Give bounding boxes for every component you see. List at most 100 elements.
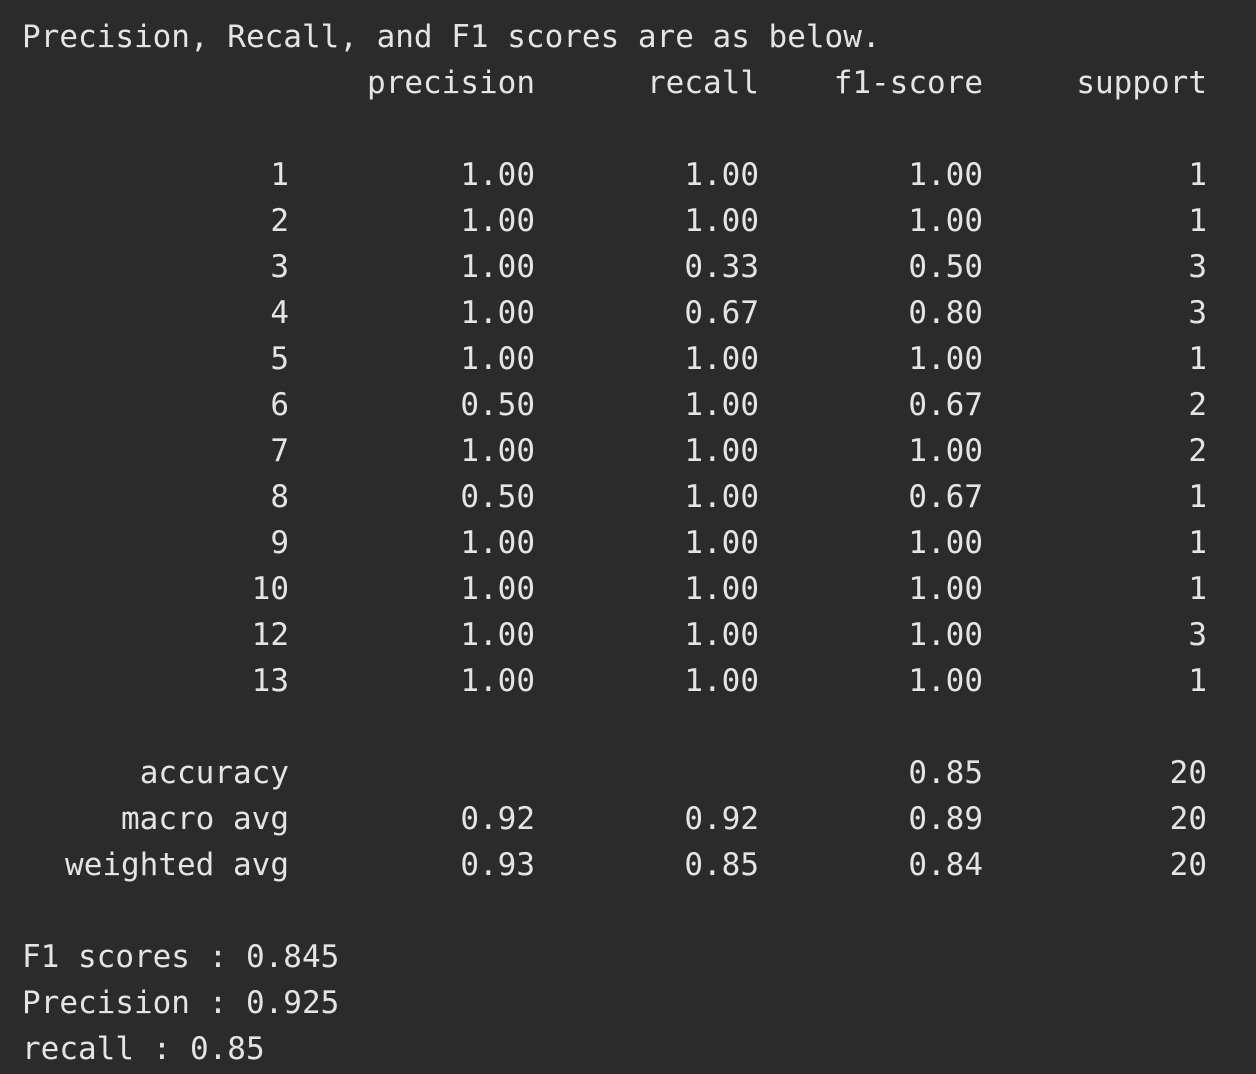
- table-row: 8 0.50 1.00 0.67 1: [22, 474, 1222, 520]
- recall-value: 0.67: [684, 295, 759, 331]
- f1-score-value: 1.00: [908, 663, 983, 699]
- intro-line: Precision, Recall, and F1 scores are as …: [22, 19, 881, 55]
- summary-row: weighted avg 0.93 0.85 0.84 20: [22, 842, 1222, 888]
- table-row: 6 0.50 1.00 0.67 2: [22, 382, 1222, 428]
- recall-value: 1.00: [684, 157, 759, 193]
- support-value: 1: [1188, 571, 1207, 607]
- row-label: 9: [270, 525, 289, 561]
- support-value: 1: [1188, 341, 1207, 377]
- precision-value: 0.92: [460, 801, 535, 837]
- precision-value: 1.00: [460, 663, 535, 699]
- precision-value: 1.00: [460, 157, 535, 193]
- precision-value: 1.00: [460, 571, 535, 607]
- precision-line: Precision : 0.925: [22, 985, 340, 1021]
- support-value: 20: [1169, 755, 1207, 791]
- row-label: 2: [270, 203, 289, 239]
- recall-value: 0.33: [684, 249, 759, 285]
- table-row: 13 1.00 1.00 1.00 1: [22, 658, 1222, 704]
- support-value: 3: [1188, 295, 1207, 331]
- precision-value: 1.00: [460, 525, 535, 561]
- row-label: 1: [270, 157, 289, 193]
- precision-value: 1.00: [460, 249, 535, 285]
- summary-row: accuracy 0.85 20: [22, 750, 1222, 796]
- table-row: 2 1.00 1.00 1.00 1: [22, 198, 1222, 244]
- f1-score-value: 0.67: [908, 387, 983, 423]
- row-label: macro avg: [121, 801, 289, 837]
- f1-score-value: 0.67: [908, 479, 983, 515]
- recall-value: 1.00: [684, 433, 759, 469]
- support-value: 20: [1169, 801, 1207, 837]
- recall-value: 1.00: [684, 525, 759, 561]
- f1-score-value: 1.00: [908, 157, 983, 193]
- f1-score-value: 0.85: [908, 755, 983, 791]
- precision-value: 0.50: [460, 387, 535, 423]
- table-row: 4 1.00 0.67 0.80 3: [22, 290, 1222, 336]
- header-recall: recall: [647, 65, 759, 101]
- terminal-output: Precision, Recall, and F1 scores are as …: [22, 14, 1222, 1072]
- row-label: 12: [251, 617, 289, 653]
- table-row: 9 1.00 1.00 1.00 1: [22, 520, 1222, 566]
- support-value: 3: [1188, 249, 1207, 285]
- support-value: 1: [1188, 157, 1207, 193]
- class-rows: 1 1.00 1.00 1.00 1 2 1.00 1.00 1.00 1 3 1.00 0.33 0.5…: [22, 152, 1222, 704]
- row-label: 13: [251, 663, 289, 699]
- precision-value: 0.50: [460, 479, 535, 515]
- support-value: 3: [1188, 617, 1207, 653]
- f1-scores-line: F1 scores : 0.845: [22, 939, 340, 975]
- table-row: 10 1.00 1.00 1.00 1: [22, 566, 1222, 612]
- precision-value: 0.93: [460, 847, 535, 883]
- support-value: 1: [1188, 663, 1207, 699]
- f1-score-value: 1.00: [908, 571, 983, 607]
- f1-score-value: 1.00: [908, 525, 983, 561]
- recall-value: 1.00: [684, 479, 759, 515]
- f1-score-value: 0.50: [908, 249, 983, 285]
- support-value: 2: [1188, 433, 1207, 469]
- recall-value: 1.00: [684, 571, 759, 607]
- header-support: support: [1076, 65, 1207, 101]
- support-value: 20: [1169, 847, 1207, 883]
- support-value: 1: [1188, 525, 1207, 561]
- summary-rows: accuracy 0.85 20 macro avg 0.92 0.92 0.89 20 wei…: [22, 750, 1222, 888]
- row-label: 7: [270, 433, 289, 469]
- f1-score-value: 1.00: [908, 203, 983, 239]
- recall-value: 0.85: [684, 847, 759, 883]
- row-label: accuracy: [139, 755, 289, 791]
- precision-value: 1.00: [460, 617, 535, 653]
- f1-score-value: 1.00: [908, 617, 983, 653]
- recall-line: recall : 0.85: [22, 1031, 265, 1067]
- f1-score-value: 0.80: [908, 295, 983, 331]
- row-label: 3: [270, 249, 289, 285]
- row-label: 8: [270, 479, 289, 515]
- recall-value: 1.00: [684, 387, 759, 423]
- row-label: 5: [270, 341, 289, 377]
- row-label: 4: [270, 295, 289, 331]
- recall-value: 1.00: [684, 341, 759, 377]
- table-row: 3 1.00 0.33 0.50 3: [22, 244, 1222, 290]
- summary-row: macro avg 0.92 0.92 0.89 20: [22, 796, 1222, 842]
- f1-score-value: 0.84: [908, 847, 983, 883]
- f1-score-value: 1.00: [908, 341, 983, 377]
- table-row: 5 1.00 1.00 1.00 1: [22, 336, 1222, 382]
- f1-score-value: 0.89: [908, 801, 983, 837]
- precision-value: 1.00: [460, 433, 535, 469]
- header-precision: precision: [367, 65, 535, 101]
- table-row: 12 1.00 1.00 1.00 3: [22, 612, 1222, 658]
- row-label: weighted avg: [65, 847, 289, 883]
- support-value: 1: [1188, 203, 1207, 239]
- precision-value: 1.00: [460, 341, 535, 377]
- recall-value: 1.00: [684, 203, 759, 239]
- header-row: precision recall f1-score support: [22, 60, 1222, 106]
- precision-value: 1.00: [460, 203, 535, 239]
- row-label: 10: [251, 571, 289, 607]
- header-f1-score: f1-score: [833, 65, 983, 101]
- recall-value: 1.00: [684, 617, 759, 653]
- support-value: 2: [1188, 387, 1207, 423]
- f1-score-value: 1.00: [908, 433, 983, 469]
- recall-value: 1.00: [684, 663, 759, 699]
- table-row: 1 1.00 1.00 1.00 1: [22, 152, 1222, 198]
- row-label: 6: [270, 387, 289, 423]
- support-value: 1: [1188, 479, 1207, 515]
